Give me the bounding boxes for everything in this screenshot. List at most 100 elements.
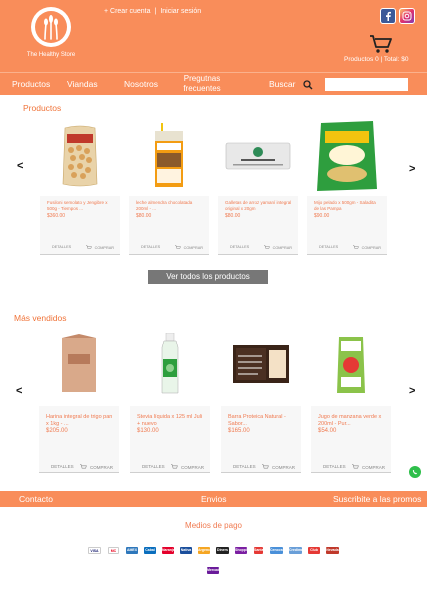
product-title[interactable]: Harina integral de trigo pan x 1kg - ... xyxy=(46,414,114,427)
buy-label: COMPRAR xyxy=(180,464,204,470)
product-image[interactable] xyxy=(311,326,391,401)
product-info: Barra Proteica Natural - Sabor... $165.0… xyxy=(221,406,301,473)
nav-item-faq[interactable]: Pregutnas frecuentes xyxy=(172,74,232,94)
diners-icon: Diners xyxy=(216,547,229,554)
nav-item-productos[interactable]: Productos xyxy=(12,79,50,89)
payment-methods-title: Medios de pago xyxy=(185,521,242,530)
details-button[interactable]: DETALLES xyxy=(141,245,160,249)
buy-label: COMPRAR xyxy=(94,245,114,250)
product-actions: DETALLES COMPRAR xyxy=(39,459,119,473)
cart-icon xyxy=(85,245,92,249)
buy-button[interactable]: COMPRAR xyxy=(263,245,292,250)
logo-name: The Healthy Store xyxy=(26,52,76,58)
product-image[interactable] xyxy=(307,118,387,193)
buy-label: COMPRAR xyxy=(361,245,381,250)
cencosud-icon: Cencosud xyxy=(270,547,287,554)
product-title[interactable]: leche almendra chocolatada 200ml - ... xyxy=(136,200,204,211)
buy-button[interactable]: COMPRAR xyxy=(170,464,204,470)
argencard-icon: Argencard xyxy=(198,547,216,554)
link-separator: | xyxy=(154,8,157,15)
bestsellers-section-title: Más vendidos xyxy=(14,313,67,323)
product-info: Jugo de manzana verde x 200ml - Pur... $… xyxy=(311,406,391,473)
whatsapp-icon[interactable] xyxy=(409,466,421,478)
product-actions: DETALLES COMPRAR xyxy=(307,241,387,255)
details-button[interactable]: DETALLES xyxy=(323,464,346,469)
product-price: $80.00 xyxy=(136,213,152,219)
logo[interactable] xyxy=(31,7,71,47)
product-info: Mijo pelado x 500gm - Saladita de las Pa… xyxy=(307,196,387,255)
product-image[interactable] xyxy=(40,118,120,193)
buy-button[interactable]: COMPRAR xyxy=(351,464,385,470)
search-label: Buscar xyxy=(269,79,296,89)
bestseller-card[interactable]: Stevia líquida x 125 ml Juli + nuevo $13… xyxy=(130,326,210,473)
cart-icon xyxy=(263,245,270,249)
facebook-icon[interactable] xyxy=(380,8,396,24)
chevron-right-icon[interactable]: > xyxy=(409,163,415,175)
details-button[interactable]: DETALLES xyxy=(52,245,71,249)
details-button[interactable]: DETALLES xyxy=(319,245,338,249)
cart-summary[interactable]: Productos 0 | Total: $0 xyxy=(344,56,408,63)
wheat-logo-icon xyxy=(35,11,67,43)
details-button[interactable]: DETALLES xyxy=(230,245,249,249)
create-account-link[interactable]: + Crear cuenta xyxy=(104,8,151,15)
login-link[interactable]: Iniciar sesión xyxy=(160,8,201,15)
buy-button[interactable]: COMPRAR xyxy=(352,245,381,250)
cabal-icon: Cabal xyxy=(144,547,156,554)
santander-icon: Santander xyxy=(254,547,272,554)
buy-label: COMPRAR xyxy=(272,245,292,250)
buy-button[interactable]: COMPRAR xyxy=(79,464,113,470)
details-button[interactable]: DETALLES xyxy=(142,464,165,469)
mastercard-icon: MC xyxy=(108,547,119,554)
bestseller-card[interactable]: Barra Proteica Natural - Sabor... $165.0… xyxy=(221,326,301,473)
product-title[interactable]: Galletas de arroz yamaní integral origin… xyxy=(225,200,293,211)
cart-icon xyxy=(170,464,178,469)
bestseller-card[interactable]: Jugo de manzana verde x 200ml - Pur... $… xyxy=(311,326,391,473)
product-image[interactable] xyxy=(221,326,301,401)
shipping-link[interactable]: Envios xyxy=(201,494,227,504)
nevada-icon: Nevada xyxy=(326,547,339,554)
product-info: Stevia líquida x 125 ml Juli + nuevo $13… xyxy=(130,406,210,473)
product-image[interactable] xyxy=(130,326,210,401)
buy-label: COMPRAR xyxy=(361,464,385,470)
buy-button[interactable]: COMPRAR xyxy=(85,245,114,250)
product-card[interactable]: Fusiloni semolato y Jengibre x 500g - Ti… xyxy=(40,118,120,255)
product-price: $360.00 xyxy=(47,213,66,219)
footer-bar: Contacto Envios Suscribite a las promos xyxy=(0,491,427,507)
buy-button[interactable]: COMPRAR xyxy=(174,245,203,250)
chevron-right-icon[interactable]: > xyxy=(409,385,415,397)
product-image[interactable] xyxy=(39,326,119,401)
view-all-products-button[interactable]: Ver todos los productos xyxy=(148,270,268,284)
search-input[interactable] xyxy=(325,78,408,91)
product-title[interactable]: Jugo de manzana verde x 200ml - Pur... xyxy=(318,414,386,427)
buy-button[interactable]: COMPRAR xyxy=(261,464,295,470)
cart-icon xyxy=(352,245,359,249)
product-title[interactable]: Fusiloni semolato y Jengibre x 500g - Ti… xyxy=(47,200,115,211)
account-links: + Crear cuenta | Iniciar sesión xyxy=(104,8,201,15)
product-title[interactable]: Mijo pelado x 500gm - Saladita de las Pa… xyxy=(314,200,382,211)
product-image[interactable] xyxy=(218,118,298,193)
product-info: leche almendra chocolatada 200ml - ... $… xyxy=(129,196,209,255)
product-image[interactable] xyxy=(129,118,209,193)
contact-link[interactable]: Contacto xyxy=(19,494,53,504)
product-title[interactable]: Barra Proteica Natural - Sabor... xyxy=(228,414,296,427)
instagram-icon[interactable] xyxy=(399,8,415,24)
product-info: Galletas de arroz yamaní integral origin… xyxy=(218,196,298,255)
product-actions: DETALLES COMPRAR xyxy=(311,459,391,473)
bestseller-card[interactable]: Harina integral de trigo pan x 1kg - ...… xyxy=(39,326,119,473)
product-card[interactable]: leche almendra chocolatada 200ml - ... $… xyxy=(129,118,209,255)
product-actions: DETALLES COMPRAR xyxy=(218,241,298,255)
product-card[interactable]: Galletas de arroz yamaní integral origin… xyxy=(218,118,298,255)
subscribe-link[interactable]: Suscribite a las promos xyxy=(333,494,421,504)
search-icon[interactable] xyxy=(303,77,313,95)
nav-item-nosotros[interactable]: Nosotros xyxy=(124,79,158,89)
buy-label: COMPRAR xyxy=(183,245,203,250)
details-button[interactable]: DETALLES xyxy=(51,464,74,469)
mercado-pago-icon: Mercado Pago xyxy=(207,567,222,579)
product-price: $54.00 xyxy=(318,428,337,434)
details-button[interactable]: DETALLES xyxy=(233,464,256,469)
chevron-left-icon[interactable]: < xyxy=(17,160,23,172)
product-title[interactable]: Stevia líquida x 125 ml Juli + nuevo xyxy=(137,414,205,427)
nav-item-viandas[interactable]: Viandas xyxy=(67,79,98,89)
chevron-left-icon[interactable]: < xyxy=(16,385,22,397)
product-card[interactable]: Mijo pelado x 500gm - Saladita de las Pa… xyxy=(307,118,387,255)
